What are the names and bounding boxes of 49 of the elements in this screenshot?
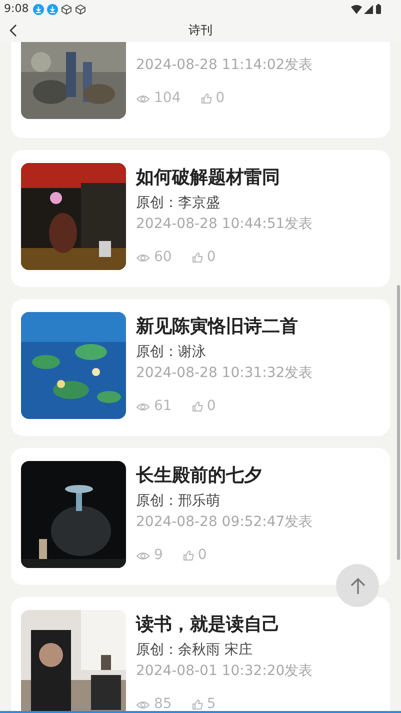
eye-icon [136, 700, 150, 710]
eye-icon [136, 94, 150, 104]
article-title: 读书，就是读自己 [136, 613, 281, 637]
publish-date: 2024-08-28 10:44:51发表 [136, 215, 313, 234]
author-line: 原创：谢泳 [136, 343, 207, 362]
back-button[interactable] [9, 22, 19, 38]
eye-icon [136, 252, 150, 262]
thumbs-up-icon [200, 93, 212, 104]
author-line: 原创：邢乐萌 [136, 492, 221, 511]
like-count: 0 [206, 397, 216, 416]
author-line: 原创：余秋雨 宋庄 [136, 641, 254, 660]
view-count: 85 [154, 695, 172, 713]
cube-icon [74, 4, 86, 14]
view-count: 9 [154, 546, 163, 565]
thumbs-up-icon [182, 550, 194, 561]
page-title: 诗刊 [188, 22, 212, 39]
like-count: 0 [216, 89, 225, 108]
article-card[interactable]: 读书，就是读自己 原创：余秋雨 宋庄 2024-08-01 10:32:20发表 85 5 [11, 597, 390, 713]
publish-date: 2024-08-01 10:32:20发表 [136, 662, 313, 681]
article-card[interactable]: 如何破解题材雷同 原创：李京盛 2024-08-28 10:44:51发表 60 0 [11, 150, 390, 287]
like-count: 5 [206, 695, 216, 713]
arrow-up-icon [350, 576, 366, 594]
thumbs-up-icon [192, 699, 203, 710]
battery-icon [376, 4, 381, 14]
eye-icon [136, 550, 150, 560]
like-count: 0 [206, 248, 216, 267]
article-card[interactable]: 新见陈寅恪旧诗二首 原创：谢泳 2024-08-28 10:31:32发表 61 0 [11, 299, 390, 436]
cube-icon [60, 4, 72, 14]
thumbs-up-icon [192, 401, 203, 412]
signal-icon [364, 4, 373, 14]
wifi-icon [351, 4, 362, 14]
article-title: 如何破解题材雷同 [136, 166, 281, 190]
view-count: 104 [154, 89, 181, 108]
view-count: 61 [154, 397, 172, 416]
download-icon [32, 4, 44, 14]
status-time: 9:08 [4, 0, 29, 17]
article-title: 新见陈寅恪旧诗二首 [136, 315, 299, 339]
like-count: 0 [198, 546, 207, 565]
author-line: 原创：李京盛 [136, 194, 221, 213]
back-icon [9, 24, 17, 36]
thumbs-up-icon [192, 252, 203, 263]
view-count: 60 [154, 248, 172, 267]
article-card[interactable]: 长生殿前的七夕 原创：邢乐萌 2024-08-28 09:52:47发表 9 0 [11, 448, 390, 585]
publish-date: 2024-08-28 10:31:32发表 [136, 364, 313, 383]
publish-date: 2024-08-28 11:14:02发表 [136, 56, 313, 75]
publish-date: 2024-08-28 09:52:47发表 [136, 513, 313, 532]
eye-icon [136, 402, 150, 412]
article-title: 长生殿前的七夕 [136, 464, 263, 488]
download-icon [46, 4, 58, 14]
